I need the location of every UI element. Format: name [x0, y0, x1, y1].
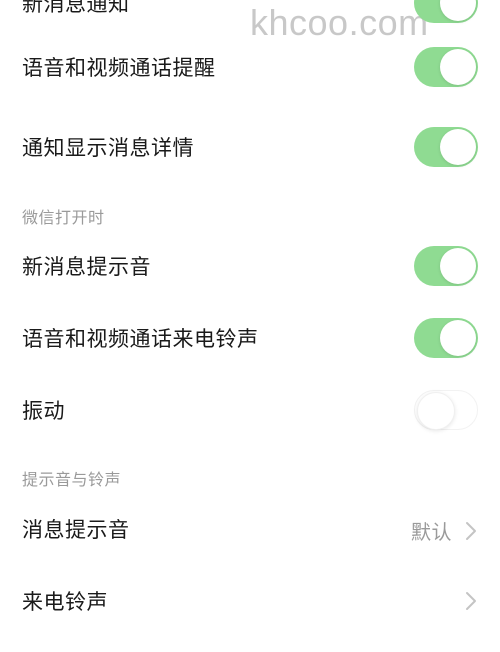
toggle-knob — [440, 49, 476, 85]
call-ringtone-toggle[interactable] — [414, 318, 478, 358]
current-value: 默认 — [411, 520, 452, 544]
row-label: 新消息通知 — [22, 0, 130, 16]
vibration-toggle[interactable] — [414, 390, 478, 430]
row-label: 语音和视频通话提醒 — [22, 56, 216, 80]
settings-row-incoming-call-ringtone[interactable]: 来电铃声 — [0, 576, 500, 626]
row-label: 振动 — [22, 399, 65, 423]
toggle-knob — [440, 248, 476, 284]
settings-row-message-sound[interactable]: 消息提示音 默认 — [0, 504, 500, 554]
settings-row-show-message-details[interactable]: 通知显示消息详情 — [0, 122, 500, 172]
settings-row-new-message-notification[interactable]: 新消息通知 — [0, 0, 500, 28]
chevron-right-icon — [466, 592, 476, 610]
section-header-when-wechat-open: 微信打开时 — [22, 208, 105, 227]
row-label: 新消息提示音 — [22, 255, 151, 279]
value-wrap — [464, 591, 478, 611]
show-message-details-toggle[interactable] — [414, 127, 478, 167]
call-reminder-toggle[interactable] — [414, 47, 478, 87]
settings-row-vibration[interactable]: 振动 — [0, 385, 500, 435]
chevron-right-icon — [466, 521, 476, 540]
row-label: 来电铃声 — [22, 590, 108, 614]
toggle-knob — [440, 0, 476, 21]
notification-settings-page: khcoo.com 新消息通知 语音和视频通话提醒 通知显示消息详情 微信打开时… — [0, 0, 500, 652]
toggle-knob — [440, 129, 476, 165]
settings-row-call-reminder[interactable]: 语音和视频通话提醒 — [0, 42, 500, 92]
row-label: 语音和视频通话来电铃声 — [22, 327, 259, 351]
settings-row-call-ringtone[interactable]: 语音和视频通话来电铃声 — [0, 313, 500, 363]
section-header-sounds-and-ringtones: 提示音与铃声 — [22, 470, 122, 489]
row-label: 通知显示消息详情 — [22, 136, 194, 160]
settings-row-new-message-sound[interactable]: 新消息提示音 — [0, 241, 500, 291]
new-message-sound-toggle[interactable] — [414, 246, 478, 286]
new-message-notification-toggle[interactable] — [414, 0, 478, 23]
value-wrap: 默认 — [411, 516, 478, 545]
toggle-knob — [440, 320, 476, 356]
row-label: 消息提示音 — [22, 518, 130, 542]
toggle-knob — [417, 392, 455, 430]
